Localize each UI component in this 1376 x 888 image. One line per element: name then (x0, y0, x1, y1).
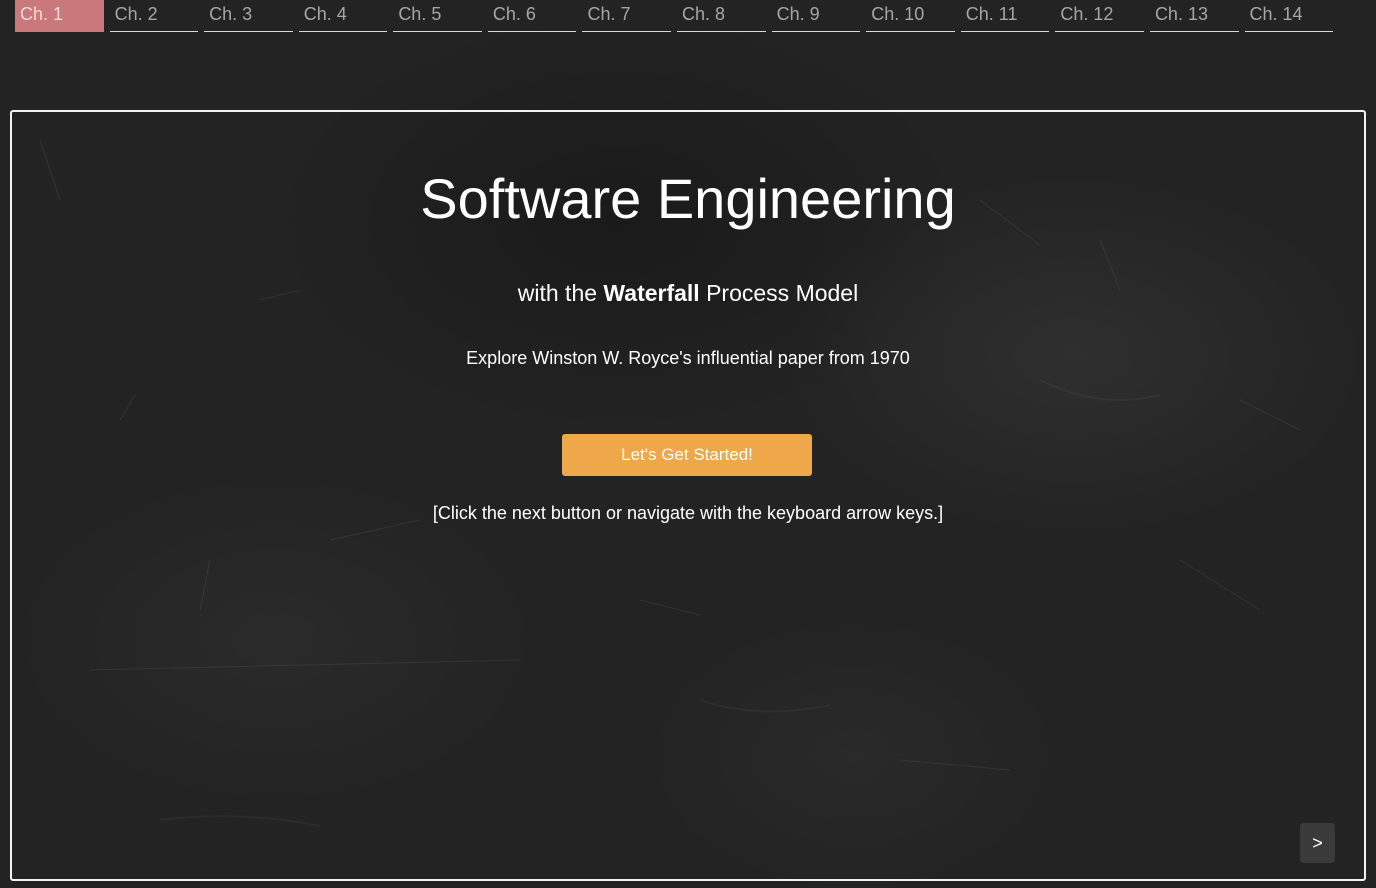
tab-chapter-4[interactable]: Ch. 4 (298, 0, 388, 32)
tab-chapter-9[interactable]: Ch. 9 (771, 0, 861, 32)
slide-title: Software Engineering (420, 167, 956, 230)
start-button[interactable]: Let's Get Started! (562, 434, 812, 476)
slide-subtitle: with the Waterfall Process Model (12, 280, 1364, 307)
slide-intro: Explore Winston W. Royce's influential p… (466, 348, 910, 368)
slide-panel: Software Engineering with the Waterfall … (10, 110, 1366, 881)
tab-chapter-1[interactable]: Ch. 1 (15, 0, 104, 32)
chevron-right-icon: > (1312, 832, 1323, 853)
subtitle-prefix: with the (517, 280, 604, 306)
tab-chapter-7[interactable]: Ch. 7 (582, 0, 672, 32)
tab-chapter-3[interactable]: Ch. 3 (204, 0, 293, 32)
tab-chapter-11[interactable]: Ch. 11 (960, 0, 1050, 32)
chapter-nav: Ch. 1 Ch. 2 Ch. 3 Ch. 4 Ch. 5 Ch. 6 Ch. … (15, 0, 1334, 33)
tab-chapter-14[interactable]: Ch. 14 (1244, 0, 1334, 32)
tab-chapter-12[interactable]: Ch. 12 (1055, 0, 1144, 32)
tab-chapter-5[interactable]: Ch. 5 (393, 0, 482, 32)
tab-chapter-2[interactable]: Ch. 2 (109, 0, 199, 32)
tab-chapter-8[interactable]: Ch. 8 (677, 0, 766, 32)
tab-chapter-6[interactable]: Ch. 6 (487, 0, 577, 32)
tab-chapter-10[interactable]: Ch. 10 (866, 0, 955, 32)
subtitle-emphasis: Waterfall (603, 280, 700, 306)
subtitle-suffix: Process Model (699, 280, 859, 306)
navigation-hint: [Click the next button or navigate with … (432, 503, 944, 523)
tab-chapter-13[interactable]: Ch. 13 (1149, 0, 1239, 32)
next-button[interactable]: > (1300, 823, 1335, 863)
